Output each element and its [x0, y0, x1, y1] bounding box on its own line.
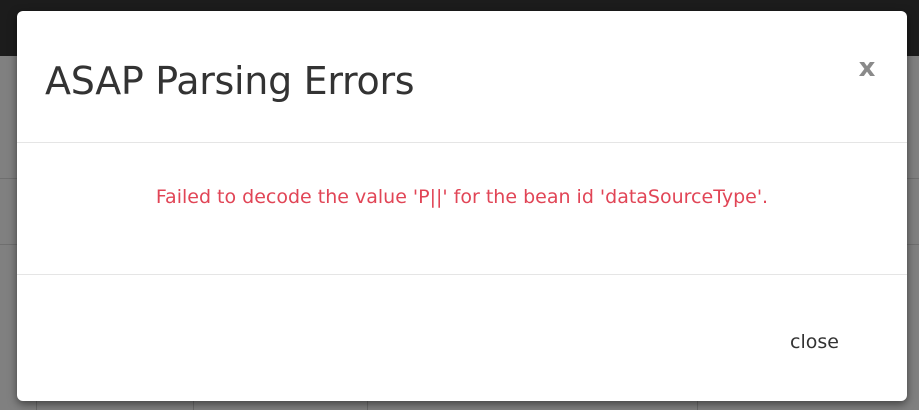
- close-button[interactable]: close: [784, 325, 845, 359]
- error-message: Failed to decode the value 'P||' for the…: [155, 186, 769, 208]
- close-icon[interactable]: x: [852, 53, 882, 83]
- modal-title: ASAP Parsing Errors: [45, 59, 415, 103]
- modal-body: Failed to decode the value 'P||' for the…: [17, 143, 907, 275]
- error-modal: ASAP Parsing Errors x Failed to decode t…: [17, 11, 907, 401]
- modal-header: ASAP Parsing Errors x: [17, 11, 907, 143]
- modal-footer: close: [17, 275, 907, 401]
